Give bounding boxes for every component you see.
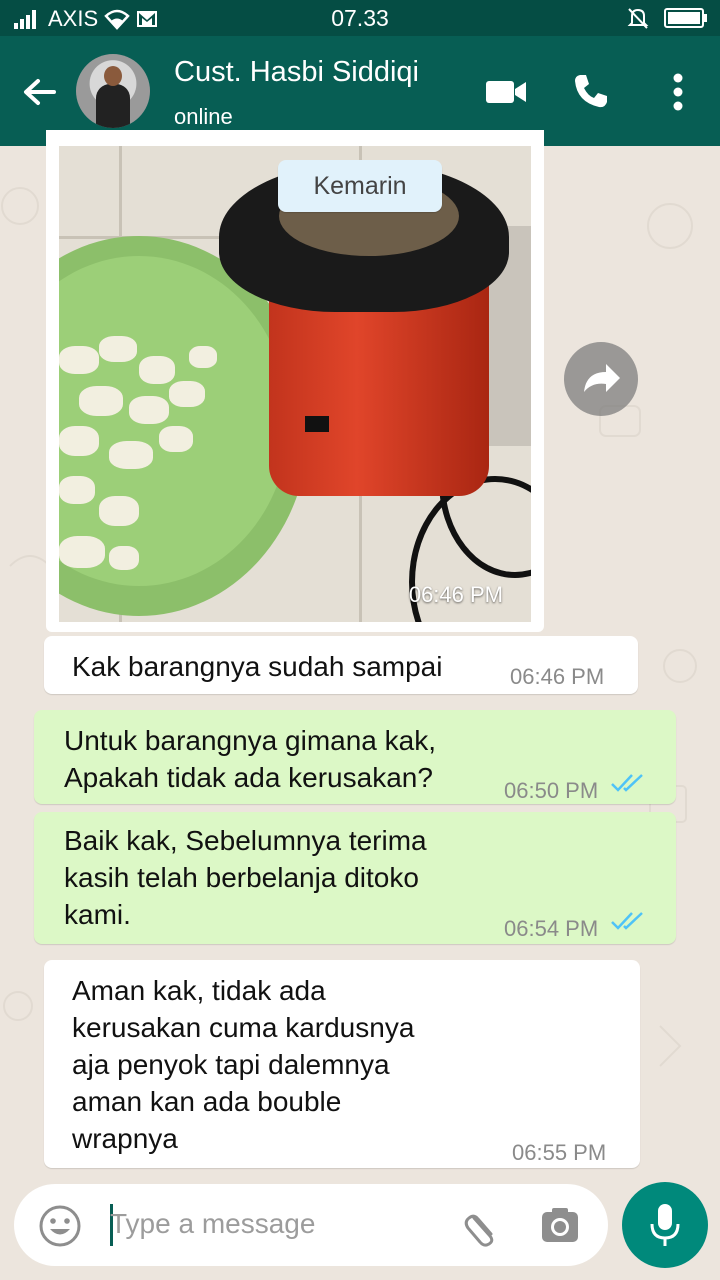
attach-icon[interactable]: [462, 1204, 502, 1248]
mute-bell-icon: [627, 8, 649, 29]
avatar-figure: [96, 84, 130, 128]
message-bubble-outgoing[interactable]: Untuk barangnya gimana kak, Apakah tidak…: [34, 710, 676, 804]
message-input[interactable]: Type a message: [110, 1208, 315, 1240]
message-line: Aman kak, tidak ada: [72, 975, 326, 1006]
message-line: aman kan ada bouble: [72, 1086, 342, 1117]
contact-avatar[interactable]: [76, 54, 150, 128]
message-time: 06:50 PM: [504, 778, 599, 803]
image-timestamp: 06:46 PM: [408, 582, 503, 607]
forward-button[interactable]: [564, 342, 638, 416]
double-check-icon: [611, 912, 643, 930]
message-text: Aman kak, tidak ada kerusakan cuma kardu…: [72, 972, 414, 1157]
message-line: Apakah tidak ada kerusakan?: [64, 762, 433, 793]
status-time: 07.33: [331, 5, 389, 31]
mic-button[interactable]: [622, 1182, 708, 1268]
message-time: 06:55 PM: [512, 1140, 607, 1165]
date-chip: Kemarin: [278, 160, 442, 212]
message-time: 06:46 PM: [510, 664, 605, 689]
message-bubble-outgoing[interactable]: Baik kak, Sebelumnya terima kasih telah …: [34, 812, 676, 944]
message-bubble-incoming[interactable]: Aman kak, tidak ada kerusakan cuma kardu…: [44, 960, 640, 1168]
battery-icon: [664, 8, 707, 28]
message-time: 06:54 PM: [504, 916, 599, 941]
message-line: kami.: [64, 899, 131, 930]
back-arrow-icon[interactable]: [20, 72, 60, 112]
message-line: wrapnya: [72, 1123, 178, 1154]
message-text: Kak barangnya sudah sampai: [72, 651, 443, 682]
machine-switch: [305, 416, 329, 432]
message-text: Untuk barangnya gimana kak, Apakah tidak…: [64, 722, 436, 796]
message-line: aja penyok tapi dalemnya: [72, 1049, 390, 1080]
emoji-icon[interactable]: [38, 1204, 82, 1248]
double-check-icon: [611, 774, 643, 792]
forward-icon: [584, 364, 620, 392]
contact-name[interactable]: Cust. Hasbi Siddiqi: [174, 56, 419, 89]
message-line: kerusakan cuma kardusnya: [72, 1012, 415, 1043]
message-bubble-incoming[interactable]: Kak barangnya sudah sampai 06:46 PM: [44, 636, 638, 694]
phone-icon[interactable]: [572, 72, 610, 110]
status-right: [626, 6, 708, 30]
video-call-icon[interactable]: [484, 78, 528, 106]
message-line: kasih telah berbelanja ditoko: [64, 862, 419, 893]
status-bar: AXIS 07.33: [0, 0, 720, 36]
message-line: Baik kak, Sebelumnya terima: [64, 825, 427, 856]
message-text: Baik kak, Sebelumnya terima kasih telah …: [64, 822, 427, 933]
message-photo[interactable]: 06:46 PM: [59, 146, 531, 622]
mic-icon: [650, 1204, 680, 1246]
camera-icon[interactable]: [540, 1206, 580, 1244]
message-line: Untuk barangnya gimana kak,: [64, 725, 436, 756]
avatar-head: [104, 66, 122, 86]
message-composer[interactable]: Type a message: [14, 1184, 608, 1266]
more-vert-icon[interactable]: [668, 72, 688, 112]
contact-status: online: [174, 104, 233, 129]
